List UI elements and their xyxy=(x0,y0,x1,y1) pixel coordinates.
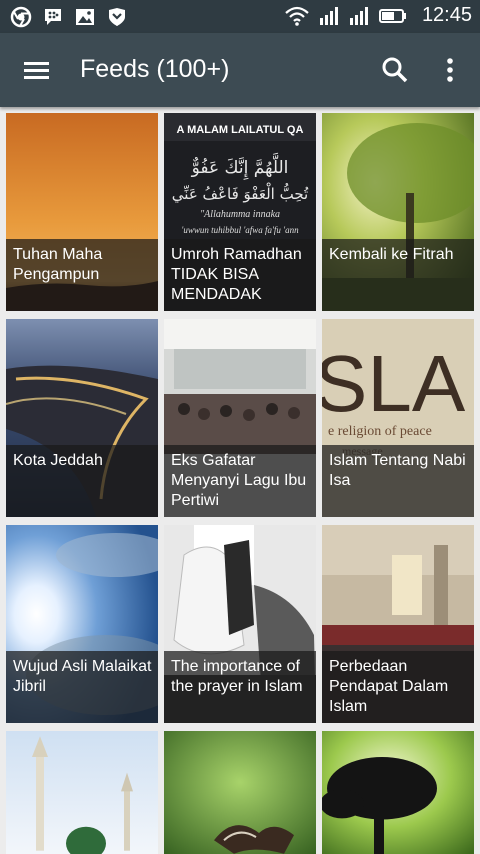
feed-card[interactable] xyxy=(164,731,316,854)
feed-title: Kembali ke Fitrah xyxy=(329,246,454,263)
feed-thumbnail xyxy=(164,731,316,854)
wifi-icon xyxy=(285,6,309,26)
feed-card[interactable]: Kembali ke Fitrah xyxy=(322,113,474,311)
image-text: SLA xyxy=(322,339,466,428)
feed-caption: Eks Gafatar Menyanyi Lagu Ibu Pertiwi xyxy=(164,445,316,517)
feed-caption: Perbedaan Pendapat Dalam Islam xyxy=(322,651,474,723)
clock: 12:45 xyxy=(421,4,472,26)
feed-card[interactable]: Perbedaan Pendapat Dalam Islam xyxy=(322,525,474,723)
feed-title: Wujud Asli Malaikat Jibril xyxy=(13,658,152,695)
feed-card[interactable]: Tuhan Maha Pengampun xyxy=(6,113,158,311)
feed-card[interactable]: SLA e religion of peace message Islam Te… xyxy=(322,319,474,517)
feed-caption: Tuhan Maha Pengampun xyxy=(6,239,158,311)
feed-caption: Islam Tentang Nabi Isa xyxy=(322,445,474,517)
feed-grid: Tuhan Maha Pengampun A MALAM LAILATUL QA… xyxy=(0,107,480,854)
feed-card[interactable]: Eks Gafatar Menyanyi Lagu Ibu Pertiwi xyxy=(164,319,316,517)
status-bar: 12:45 xyxy=(0,0,480,33)
feed-caption: Umroh Ramadhan TIDAK BISA MENDADAK xyxy=(164,239,316,311)
signal-icon xyxy=(319,6,338,25)
menu-icon[interactable] xyxy=(16,55,56,87)
feed-title: Eks Gafatar Menyanyi Lagu Ibu Pertiwi xyxy=(171,452,307,509)
signal-icon xyxy=(349,6,368,25)
battery-icon xyxy=(378,8,406,23)
more-vert-icon[interactable] xyxy=(436,53,464,87)
app-bar: Feeds (100+) xyxy=(0,33,480,107)
notification-icons xyxy=(10,6,128,28)
page-title: Feeds (100+) xyxy=(80,55,230,83)
feed-title: Tuhan Maha Pengampun xyxy=(13,246,103,283)
feed-caption: Kembali ke Fitrah xyxy=(322,239,474,311)
system-icons: 12:45 xyxy=(284,4,472,27)
feed-title: Kota Jeddah xyxy=(13,452,103,469)
feed-title: Perbedaan Pendapat Dalam Islam xyxy=(329,658,449,715)
feed-card[interactable]: A MALAM LAILATUL QA اللَّهُمَّ إِنَّكَ ع… xyxy=(164,113,316,311)
feed-caption: Kota Jeddah xyxy=(6,445,158,517)
feed-title: The importance of the prayer in Islam xyxy=(171,658,303,695)
feed-card[interactable]: Kota Jeddah xyxy=(6,319,158,517)
shield-icon xyxy=(109,8,125,26)
feed-caption: Wujud Asli Malaikat Jibril xyxy=(6,651,158,723)
image-text: "Allahumma innaka xyxy=(200,209,280,220)
bbm-icon xyxy=(45,9,61,25)
feed-caption: The importance of the prayer in Islam xyxy=(164,651,316,723)
feed-thumbnail xyxy=(322,731,474,854)
image-text: e religion of peace xyxy=(328,424,432,439)
image-text: A MALAM LAILATUL QA xyxy=(177,124,304,136)
feed-card[interactable]: The importance of the prayer in Islam xyxy=(164,525,316,723)
image-text: 'uwwun tuhibbul 'afwa fa'fu 'ann xyxy=(181,225,299,235)
feed-title: Umroh Ramadhan TIDAK BISA MENDADAK xyxy=(171,246,302,303)
chrome-icon xyxy=(10,6,32,28)
feed-card[interactable] xyxy=(322,731,474,854)
search-icon[interactable] xyxy=(378,53,412,87)
feed-card[interactable] xyxy=(6,731,158,854)
feed-title: Islam Tentang Nabi Isa xyxy=(329,452,466,489)
image-text: تُحِبُّ الْعَفْوَ فَاعْفُ عَنِّي xyxy=(172,182,309,204)
feed-card[interactable]: Wujud Asli Malaikat Jibril xyxy=(6,525,158,723)
feed-thumbnail xyxy=(6,731,158,854)
gallery-icon xyxy=(76,9,94,25)
